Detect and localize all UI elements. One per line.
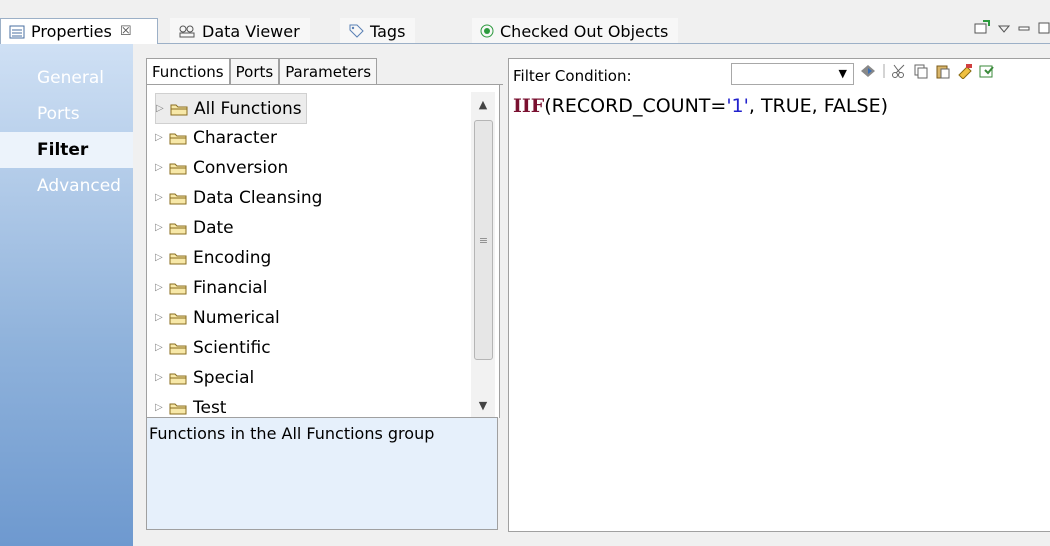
- tree-item[interactable]: ▷ Data Cleansing: [155, 183, 322, 212]
- tab-ports[interactable]: Ports: [229, 58, 280, 84]
- sidebar-item-label: Ports: [37, 104, 80, 124]
- scrollbar-thumb[interactable]: ≡: [474, 120, 493, 360]
- expression-text: (RECORD_COUNT=: [544, 95, 727, 117]
- tree-item-label: All Functions: [194, 98, 302, 119]
- tree-item[interactable]: ▷ Conversion: [155, 153, 288, 182]
- tab-label: Properties: [31, 22, 112, 41]
- tree-item[interactable]: ▷ Special: [155, 363, 254, 392]
- view-toolbar: [974, 20, 1050, 38]
- filter-condition-combo[interactable]: ▼: [731, 63, 854, 85]
- editor-toolbar: [859, 63, 995, 83]
- tree-item-label: Data Cleansing: [193, 187, 323, 208]
- folder-icon: [169, 281, 187, 295]
- tree-item-label: Encoding: [193, 247, 272, 268]
- insert-icon[interactable]: [957, 63, 973, 83]
- tag-icon: [348, 23, 364, 39]
- tab-label: Checked Out Objects: [500, 21, 669, 41]
- expand-arrow-icon[interactable]: ▷: [155, 312, 169, 323]
- folder-icon: [169, 401, 187, 415]
- scroll-down-icon[interactable]: ▼: [471, 393, 495, 417]
- tree-item-label: Character: [193, 127, 277, 148]
- sidebar-item-ports[interactable]: Ports: [0, 96, 133, 132]
- folder-icon: [169, 341, 187, 355]
- tree-item[interactable]: ▷ Numerical: [155, 303, 280, 332]
- paste-icon[interactable]: [935, 63, 951, 83]
- properties-view-icon: [9, 25, 25, 39]
- sidebar-item-filter[interactable]: Filter: [0, 132, 133, 168]
- tree-item[interactable]: ▷ Financial: [155, 273, 267, 302]
- tree-item[interactable]: ▷ Character: [155, 123, 277, 152]
- tab-checked-out-objects[interactable]: Checked Out Objects: [472, 18, 679, 44]
- chevron-down-icon[interactable]: ▼: [839, 67, 847, 80]
- functions-tabs: Functions Ports Parameters: [146, 58, 378, 84]
- sidebar-item-label: Advanced: [37, 176, 121, 196]
- tree-item-label: Scientific: [193, 337, 271, 358]
- tab-data-viewer[interactable]: Data Viewer: [170, 18, 310, 44]
- tab-label: Data Viewer: [202, 21, 300, 41]
- expand-arrow-icon[interactable]: ▷: [155, 222, 169, 233]
- expand-arrow-icon[interactable]: ▷: [155, 162, 169, 173]
- data-viewer-icon: [178, 24, 196, 38]
- view-menu-icon[interactable]: [997, 20, 1011, 38]
- toolbar-separator: [883, 63, 885, 83]
- validate-icon[interactable]: [859, 63, 877, 83]
- filter-condition-editor[interactable]: Filter Condition: ▼ IIF(RECORD_COUNT='1'…: [508, 58, 1050, 532]
- folder-icon: [169, 311, 187, 325]
- expression-text: , TRUE, FALSE): [748, 95, 888, 117]
- scroll-up-icon[interactable]: ▲: [471, 92, 495, 116]
- tab-functions[interactable]: Functions: [146, 58, 230, 84]
- properties-sidebar: General Ports Filter Advanced: [0, 44, 134, 546]
- maximize-icon[interactable]: [1038, 20, 1050, 38]
- filter-expression[interactable]: IIF(RECORD_COUNT='1', TRUE, FALSE): [513, 95, 888, 117]
- tree-item-label: Test: [193, 397, 227, 418]
- sidebar-item-label: Filter: [37, 140, 89, 160]
- copy-icon[interactable]: [913, 63, 929, 83]
- expression-keyword: IIF: [513, 95, 545, 117]
- tree-item[interactable]: ▷ All Functions: [155, 93, 307, 124]
- tab-properties[interactable]: Properties ☒: [0, 18, 158, 44]
- tab-tags[interactable]: Tags: [340, 18, 416, 44]
- expand-arrow-icon[interactable]: ▷: [155, 342, 169, 353]
- folder-icon: [169, 191, 187, 205]
- tree-item-label: Date: [193, 217, 234, 238]
- checked-out-icon: [480, 24, 494, 38]
- view-tab-bar: Properties ☒ Data Viewer Tags Checked Ou…: [0, 0, 1050, 44]
- close-tab-icon[interactable]: ☒: [120, 24, 132, 39]
- expand-arrow-icon[interactable]: ▷: [155, 132, 169, 143]
- format-icon[interactable]: [979, 63, 995, 83]
- folder-icon: [169, 251, 187, 265]
- folder-icon: [169, 371, 187, 385]
- tree-item-label: Financial: [193, 277, 268, 298]
- expand-arrow-icon[interactable]: ▷: [156, 103, 170, 114]
- function-description: Functions in the All Functions group: [146, 417, 498, 530]
- expand-arrow-icon[interactable]: ▷: [155, 252, 169, 263]
- tab-parameters[interactable]: Parameters: [279, 58, 378, 84]
- folder-icon: [169, 221, 187, 235]
- cut-icon[interactable]: [891, 63, 907, 83]
- expand-arrow-icon[interactable]: ▷: [155, 402, 169, 413]
- sidebar-item-general[interactable]: General: [0, 60, 133, 96]
- tree-item[interactable]: ▷ Scientific: [155, 333, 271, 362]
- sidebar-item-advanced[interactable]: Advanced: [0, 168, 133, 204]
- tree-item-label: Numerical: [193, 307, 280, 328]
- folder-icon: [169, 131, 187, 145]
- minimize-icon[interactable]: [1018, 20, 1030, 38]
- new-window-icon[interactable]: [974, 20, 990, 38]
- expand-arrow-icon[interactable]: ▷: [155, 192, 169, 203]
- tree-item[interactable]: ▷ Date: [155, 213, 234, 242]
- expression-string: '1': [726, 95, 749, 117]
- tree-scrollbar[interactable]: ▲ ≡ ▼: [471, 92, 495, 417]
- folder-icon: [169, 161, 187, 175]
- function-tree: ▷ All Functions ▷ Character ▷ Conversion…: [146, 84, 500, 418]
- tree-item[interactable]: ▷ Test: [155, 393, 226, 418]
- sidebar-item-label: General: [37, 68, 104, 88]
- expand-arrow-icon[interactable]: ▷: [155, 282, 169, 293]
- tree-item-label: Special: [193, 367, 255, 388]
- tab-label: Tags: [370, 21, 406, 41]
- filter-condition-label: Filter Condition:: [513, 67, 632, 85]
- folder-icon: [170, 102, 188, 116]
- tree-item-label: Conversion: [193, 157, 289, 178]
- tree-item[interactable]: ▷ Encoding: [155, 243, 271, 272]
- expand-arrow-icon[interactable]: ▷: [155, 372, 169, 383]
